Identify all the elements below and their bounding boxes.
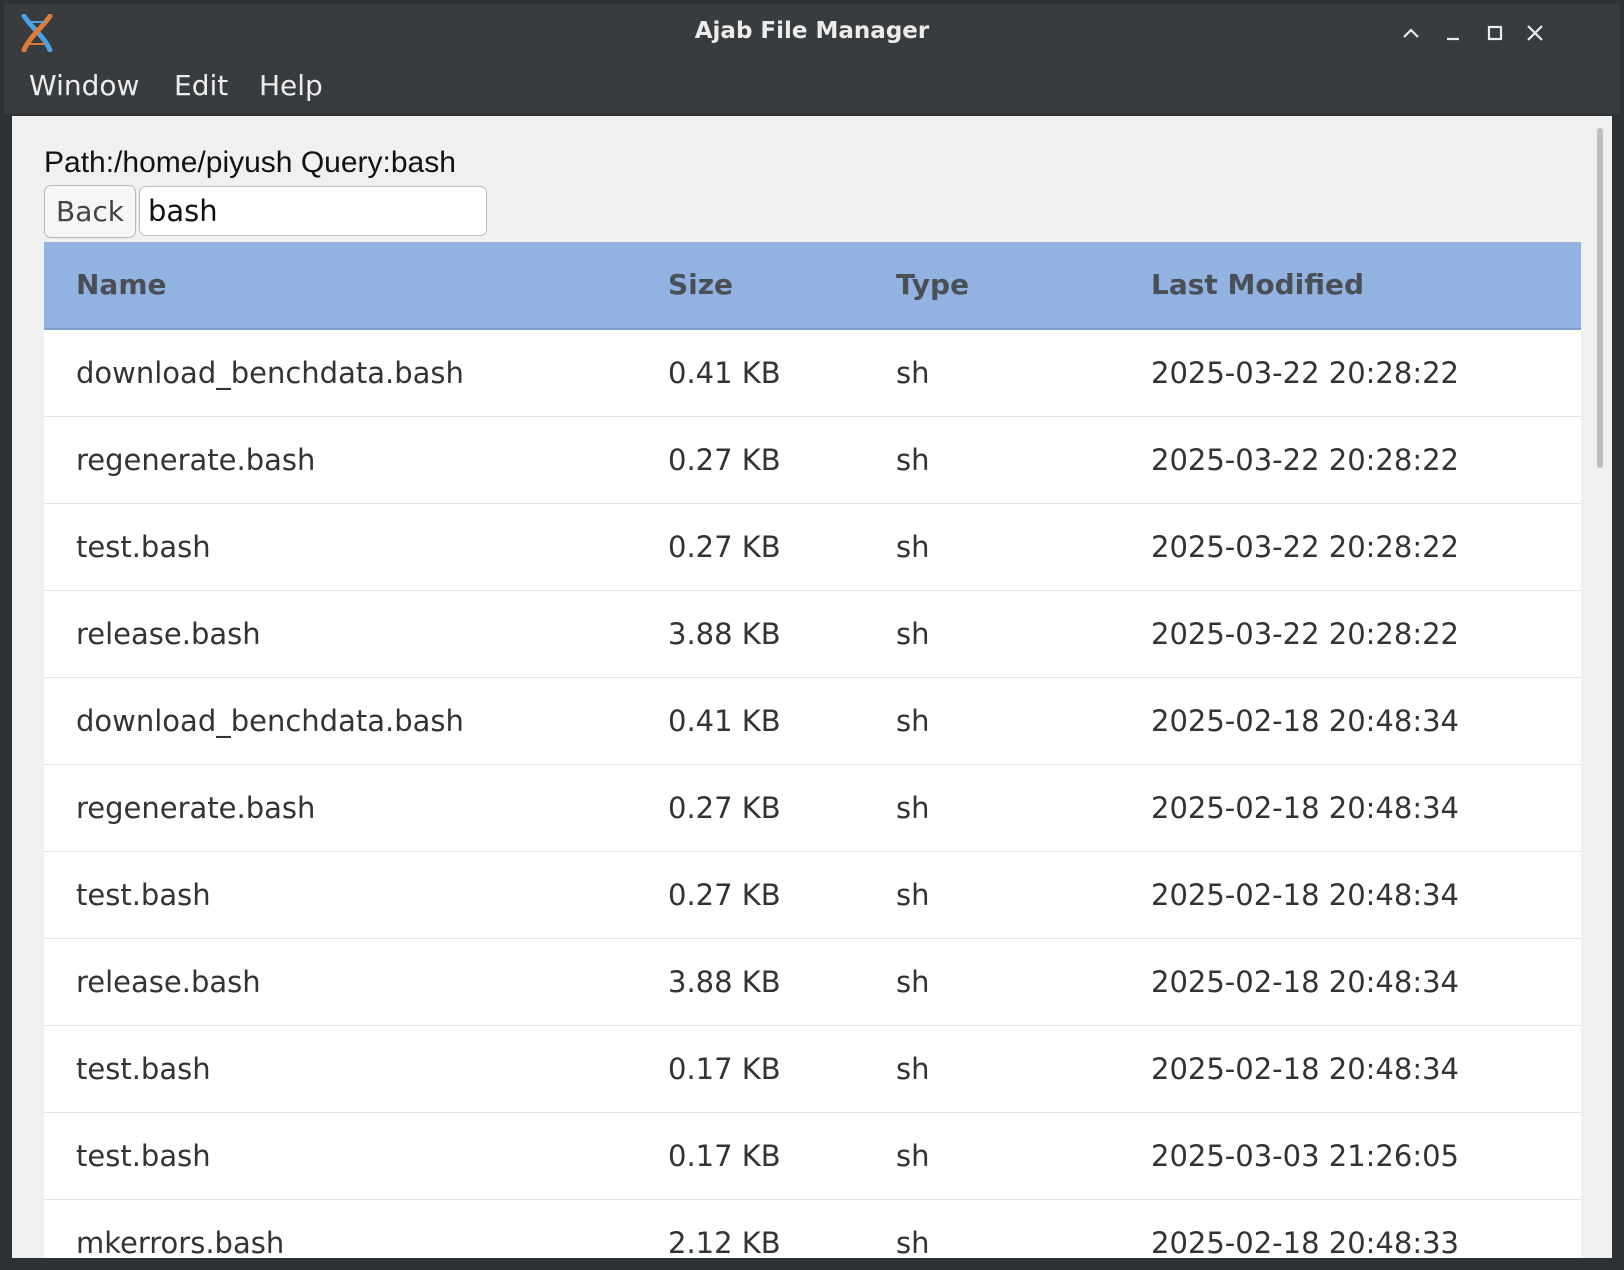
close-icon[interactable] — [1520, 18, 1550, 48]
file-modified: 2025-03-03 21:26:05 — [1151, 1139, 1459, 1173]
file-size: 0.41 KB — [668, 704, 781, 738]
file-type: sh — [896, 1226, 930, 1258]
file-size: 2.12 KB — [668, 1226, 781, 1258]
file-type: sh — [896, 1052, 930, 1086]
file-size: 0.17 KB — [668, 1052, 781, 1086]
file-size: 0.27 KB — [668, 878, 781, 912]
file-name: regenerate.bash — [76, 443, 316, 477]
file-type: sh — [896, 791, 930, 825]
column-header-last-modified[interactable]: Last Modified — [1151, 268, 1364, 301]
path-query-label: Path:/home/piyush Query:bash — [44, 146, 456, 179]
table-row[interactable]: regenerate.bash 0.27 KB sh 2025-03-22 20… — [44, 417, 1581, 504]
file-size: 3.88 KB — [668, 965, 781, 999]
table-row[interactable]: download_benchdata.bash 0.41 KB sh 2025-… — [44, 330, 1581, 417]
file-modified: 2025-03-22 20:28:22 — [1151, 443, 1459, 477]
menu-help[interactable]: Help — [259, 69, 323, 102]
table-row[interactable]: regenerate.bash 0.27 KB sh 2025-02-18 20… — [44, 765, 1581, 852]
file-size: 0.27 KB — [668, 791, 781, 825]
file-type: sh — [896, 356, 930, 390]
window-title: Ajab File Manager — [694, 18, 930, 44]
table-row[interactable]: test.bash 0.17 KB sh 2025-03-03 21:26:05 — [44, 1113, 1581, 1200]
file-size: 0.17 KB — [668, 1139, 781, 1173]
table-row[interactable]: release.bash 3.88 KB sh 2025-02-18 20:48… — [44, 939, 1581, 1026]
file-name: regenerate.bash — [76, 791, 316, 825]
file-name: mkerrors.bash — [76, 1226, 285, 1258]
file-size: 0.27 KB — [668, 530, 781, 564]
file-name: test.bash — [76, 530, 211, 564]
file-modified: 2025-03-22 20:28:22 — [1151, 530, 1459, 564]
file-type: sh — [896, 443, 930, 477]
column-header-name[interactable]: Name — [76, 268, 167, 301]
title-bar[interactable]: Ajab File Manager — [4, 4, 1620, 60]
menu-window[interactable]: Window — [29, 69, 139, 102]
table-row[interactable]: release.bash 3.88 KB sh 2025-03-22 20:28… — [44, 591, 1581, 678]
file-type: sh — [896, 617, 930, 651]
table-row[interactable]: mkerrors.bash 2.12 KB sh 2025-02-18 20:4… — [44, 1200, 1581, 1258]
file-name: test.bash — [76, 1139, 211, 1173]
table-header: Name Size Type Last Modified — [44, 242, 1581, 330]
minimize-icon[interactable] — [1438, 18, 1468, 48]
file-name: download_benchdata.bash — [76, 356, 464, 390]
file-type: sh — [896, 704, 930, 738]
table-row[interactable]: test.bash 0.27 KB sh 2025-02-18 20:48:34 — [44, 852, 1581, 939]
column-header-type[interactable]: Type — [896, 268, 969, 301]
file-table: Name Size Type Last Modified download_be… — [44, 242, 1581, 1258]
file-type: sh — [896, 530, 930, 564]
file-type: sh — [896, 1139, 930, 1173]
table-row[interactable]: test.bash 0.27 KB sh 2025-03-22 20:28:22 — [44, 504, 1581, 591]
file-type: sh — [896, 878, 930, 912]
file-modified: 2025-03-22 20:28:22 — [1151, 617, 1459, 651]
window-bottom-border — [0, 1258, 1624, 1270]
search-input[interactable] — [139, 186, 487, 236]
scrollbar-thumb[interactable] — [1597, 128, 1603, 468]
app-window: Ajab File Manager Window Edit Help Path:… — [0, 0, 1624, 1270]
file-modified: 2025-02-18 20:48:34 — [1151, 965, 1459, 999]
file-size: 3.88 KB — [668, 617, 781, 651]
chevron-up-icon[interactable] — [1396, 18, 1426, 48]
file-type: sh — [896, 965, 930, 999]
menu-bar: Window Edit Help — [4, 60, 1620, 114]
column-header-size[interactable]: Size — [668, 268, 733, 301]
file-name: download_benchdata.bash — [76, 704, 464, 738]
file-name: release.bash — [76, 617, 261, 651]
file-modified: 2025-02-18 20:48:34 — [1151, 704, 1459, 738]
file-name: test.bash — [76, 878, 211, 912]
vertical-scrollbar[interactable] — [1590, 116, 1612, 1258]
back-button[interactable]: Back — [44, 185, 136, 238]
menu-edit[interactable]: Edit — [174, 69, 228, 102]
table-row[interactable]: test.bash 0.17 KB sh 2025-02-18 20:48:34 — [44, 1026, 1581, 1113]
file-size: 0.41 KB — [668, 356, 781, 390]
file-modified: 2025-03-22 20:28:22 — [1151, 356, 1459, 390]
file-name: test.bash — [76, 1052, 211, 1086]
file-modified: 2025-02-18 20:48:34 — [1151, 1052, 1459, 1086]
file-modified: 2025-02-18 20:48:34 — [1151, 791, 1459, 825]
file-modified: 2025-02-18 20:48:34 — [1151, 878, 1459, 912]
table-row[interactable]: download_benchdata.bash 0.41 KB sh 2025-… — [44, 678, 1581, 765]
file-modified: 2025-02-18 20:48:33 — [1151, 1226, 1459, 1258]
main-content: Path:/home/piyush Query:bash Back Name S… — [12, 116, 1612, 1258]
file-size: 0.27 KB — [668, 443, 781, 477]
file-name: release.bash — [76, 965, 261, 999]
maximize-icon[interactable] — [1480, 18, 1510, 48]
